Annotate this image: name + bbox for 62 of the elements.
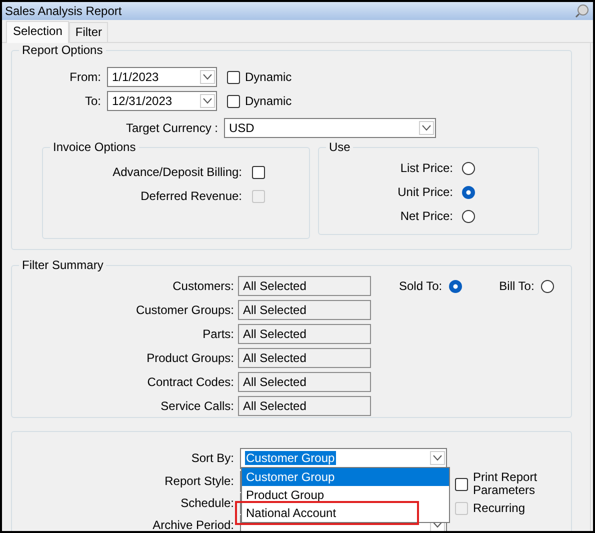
dropdown-option[interactable]: Product Group (242, 486, 449, 504)
chevron-down-icon (433, 522, 442, 528)
radio-button[interactable] (541, 280, 554, 292)
readonly-field: All Selected (238, 372, 371, 392)
group-title: Invoice Options (50, 140, 139, 154)
field-label: Parts: (202, 327, 234, 341)
date-dropdown[interactable]: 12/31/2023 (107, 91, 217, 111)
radio-label: Unit Price: (396, 185, 453, 199)
chevron-down-icon (203, 98, 212, 104)
dropdown-option[interactable]: Customer Group (242, 468, 449, 486)
field-label: Product Groups: (146, 351, 234, 365)
dropdown-button[interactable] (419, 121, 434, 135)
field-label: Sort By: (190, 451, 234, 465)
radio-label: Bill To: (499, 279, 534, 293)
tab[interactable]: Filter (69, 22, 108, 42)
readonly-field: All Selected (238, 396, 371, 416)
field-label: Service Calls: (160, 399, 234, 413)
readonly-field: All Selected (238, 324, 371, 344)
field-label: Customers: (172, 279, 234, 293)
date-dropdown[interactable]: 1/1/2023 (107, 67, 217, 87)
checkbox-label: Dynamic (245, 70, 292, 84)
radio-label: Sold To: (399, 279, 442, 293)
radio-label: List Price: (399, 161, 453, 175)
readonly-field: All Selected (238, 276, 371, 296)
currency-dropdown[interactable]: USD (224, 118, 436, 138)
checkbox-label: Recurring (473, 502, 526, 514)
dropdown-button[interactable] (430, 451, 445, 465)
field-label: From: (68, 70, 101, 84)
dropdown-option[interactable]: National Account (238, 504, 416, 522)
readonly-field: All Selected (238, 348, 371, 368)
checkbox-label: Advance/Deposit Billing: (112, 165, 242, 179)
radio-label: Net Price: (399, 209, 453, 223)
chevron-down-icon (433, 455, 442, 461)
checkbox[interactable] (455, 478, 468, 490)
group-title: Report Options (19, 43, 106, 57)
radio-button[interactable] (462, 186, 475, 198)
radio-button[interactable] (462, 162, 475, 174)
checkbox-label: Dynamic (245, 94, 292, 108)
checkbox[interactable] (227, 94, 240, 108)
group-title: Use (326, 140, 354, 154)
dropdown-button[interactable] (200, 70, 215, 84)
sort-by-dropdown[interactable]: Customer Group (240, 448, 447, 468)
field-label: To: (84, 94, 101, 108)
tab[interactable]: Selection (6, 21, 70, 43)
field-label: Archive Period: (152, 518, 234, 531)
dropdown-button[interactable] (200, 94, 215, 108)
window-title: Sales Analysis Report (5, 4, 122, 18)
checkbox-label: Deferred Revenue: (140, 189, 242, 203)
field-label: Report Style: (164, 474, 234, 488)
readonly-field: All Selected (238, 300, 371, 320)
group-title: Filter Summary (19, 258, 106, 272)
checkbox-label: Print Report Parameters (473, 471, 538, 497)
field-label: Schedule: (180, 496, 234, 510)
radio-button[interactable] (462, 210, 475, 222)
checkbox[interactable] (227, 70, 240, 84)
radio-button[interactable] (449, 280, 462, 292)
field-label: Contract Codes: (146, 375, 234, 389)
chevron-down-icon (422, 125, 431, 131)
checkbox[interactable] (252, 166, 265, 178)
field-label: Customer Groups: (134, 303, 234, 317)
chevron-down-icon (203, 74, 212, 80)
field-label: Target Currency : (124, 121, 218, 135)
